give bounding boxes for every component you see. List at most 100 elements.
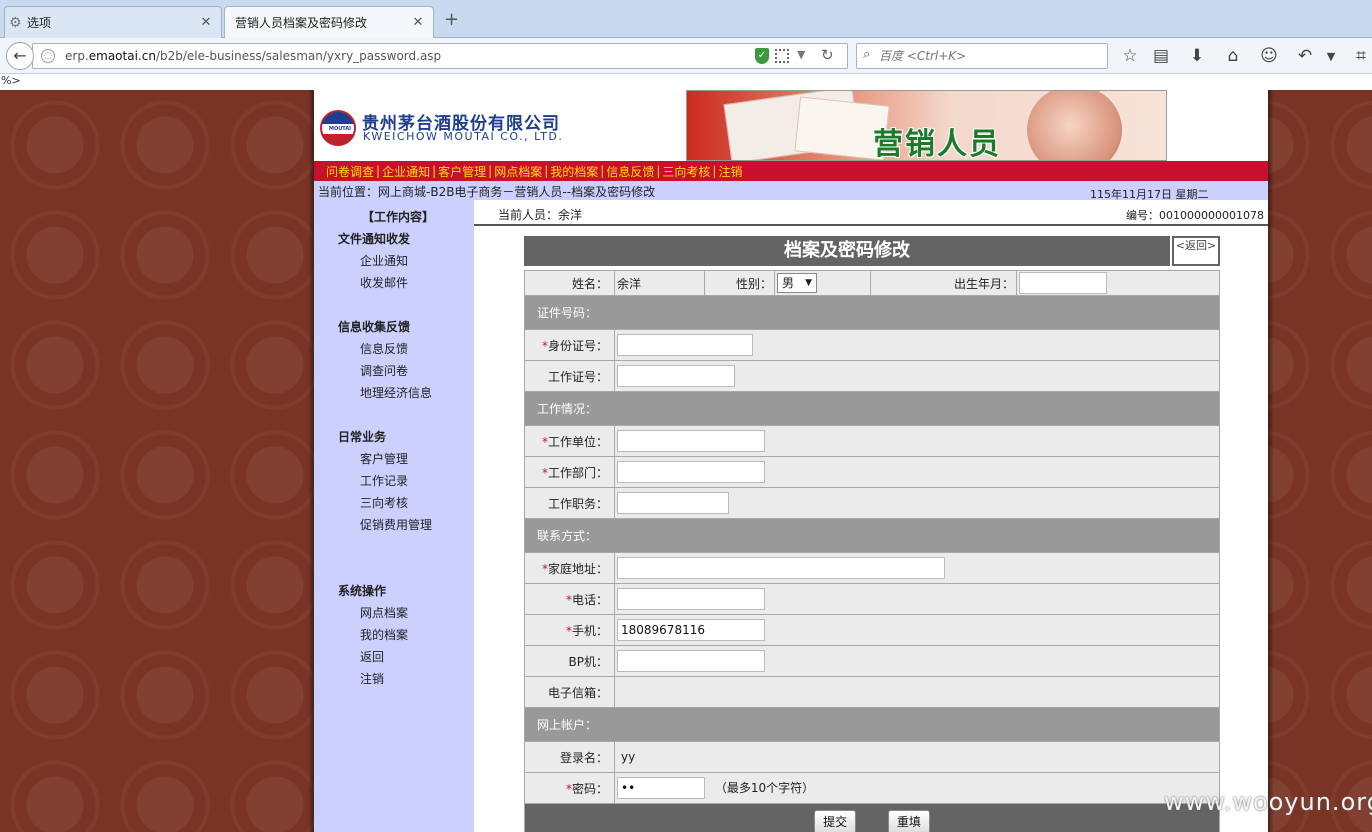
tab-current[interactable]: 营销人员档案及密码修改 ✕ bbox=[224, 6, 434, 38]
sidebar-item-mail[interactable]: 收发邮件 bbox=[360, 274, 408, 291]
bp-cell bbox=[614, 645, 1220, 677]
sidebar-item-feedback[interactable]: 信息反馈 bbox=[360, 340, 408, 357]
work-dept-cell bbox=[614, 456, 1220, 488]
nav-survey[interactable]: 问卷调查 bbox=[326, 163, 374, 180]
header-banner: 营销人员 bbox=[686, 90, 1167, 161]
login-label: 登录名： bbox=[524, 741, 615, 773]
password-label-text: 密码： bbox=[571, 781, 608, 796]
qr-code-icon[interactable] bbox=[775, 49, 789, 63]
birth-input[interactable] bbox=[1019, 272, 1107, 294]
table-row: 电子信箱： bbox=[524, 676, 1220, 708]
tab-options[interactable]: ⚙ 选项 ✕ bbox=[4, 6, 222, 38]
dropdown-arrow-icon[interactable]: ▼ bbox=[797, 48, 805, 61]
tab-label: 营销人员档案及密码修改 bbox=[235, 16, 368, 30]
phone-input[interactable] bbox=[617, 588, 765, 610]
mobile-input[interactable] bbox=[617, 619, 765, 641]
birth-cell bbox=[1016, 270, 1220, 296]
bookmark-star-icon[interactable]: ☆ bbox=[1119, 46, 1141, 66]
home-addr-input[interactable] bbox=[617, 557, 945, 579]
work-title-input[interactable] bbox=[617, 492, 729, 514]
home-addr-label: *家庭地址： bbox=[524, 552, 615, 584]
section-account: 网上帐户： bbox=[524, 707, 1220, 742]
back-link[interactable]: <返回> bbox=[1172, 236, 1220, 266]
nav-logout[interactable]: 注销 bbox=[718, 163, 742, 180]
gender-cell: 男 ▼ bbox=[774, 270, 871, 296]
gender-select[interactable]: 男 ▼ bbox=[777, 273, 817, 293]
work-id-input[interactable] bbox=[617, 365, 735, 387]
reading-list-icon[interactable]: ▤ bbox=[1150, 46, 1172, 66]
section-row: 工作情况： bbox=[524, 391, 1220, 426]
birth-label: 出生年月： bbox=[870, 270, 1017, 296]
table-row: 工作职务： bbox=[524, 487, 1220, 519]
sidebar-item-work-log[interactable]: 工作记录 bbox=[360, 472, 408, 489]
crop-icon[interactable]: ⌗ bbox=[1350, 46, 1372, 66]
logo-en: KWEICHOW MOUTAI CO., LTD. bbox=[363, 130, 564, 143]
sidebar-item-outlets[interactable]: 网点档案 bbox=[360, 604, 408, 621]
work-title-label: 工作职务： bbox=[524, 487, 615, 519]
sidebar-item-promo-cost[interactable]: 促销费用管理 bbox=[360, 516, 432, 533]
chat-icon[interactable]: ☺ bbox=[1258, 46, 1280, 66]
home-icon[interactable]: ⌂ bbox=[1222, 46, 1244, 66]
work-unit-input[interactable] bbox=[617, 430, 765, 452]
sidebar-item-survey[interactable]: 调查问卷 bbox=[360, 362, 408, 379]
table-row: *电话： bbox=[524, 583, 1220, 615]
sidebar-item-notice[interactable]: 企业通知 bbox=[360, 252, 408, 269]
work-id-cell bbox=[614, 360, 1220, 392]
nav-customers[interactable]: 客户管理 bbox=[438, 163, 486, 180]
reset-button[interactable]: 重填 bbox=[887, 809, 930, 832]
table-row: *家庭地址： bbox=[524, 552, 1220, 584]
mobile-cell bbox=[614, 614, 1220, 646]
back-button[interactable]: ← bbox=[6, 42, 34, 70]
search-bar[interactable]: ⌕ bbox=[856, 43, 1108, 69]
id-card-label: *身份证号： bbox=[524, 329, 615, 361]
undo-icon[interactable]: ↶ bbox=[1294, 46, 1316, 66]
bp-input[interactable] bbox=[617, 650, 765, 672]
nav-my-profile[interactable]: 我的档案 bbox=[550, 163, 598, 180]
sidebar-item-back[interactable]: 返回 bbox=[360, 648, 384, 665]
sidebar-item-logout[interactable]: 注销 bbox=[360, 670, 384, 687]
sidebar-item-assessment[interactable]: 三向考核 bbox=[360, 494, 408, 511]
menu-dropdown-icon[interactable]: ▼ bbox=[1320, 50, 1342, 63]
nav-feedback[interactable]: 信息反馈 bbox=[606, 163, 654, 180]
section-row: 证件号码： bbox=[524, 295, 1220, 330]
close-icon[interactable]: ✕ bbox=[199, 15, 213, 30]
section-row: 网上帐户： bbox=[524, 707, 1220, 742]
gear-icon: ⚙ bbox=[9, 15, 22, 31]
nav-notice[interactable]: 企业通知 bbox=[382, 163, 430, 180]
shield-icon[interactable]: ✓ bbox=[755, 48, 769, 64]
phone-label: *电话： bbox=[524, 583, 615, 615]
table-row: 登录名： yy bbox=[524, 741, 1220, 773]
top-nav: 问卷调查 | 企业通知 | 客户管理 | 网点档案 | 我的档案 | 信息反馈 | 三向考核… bbox=[314, 161, 1268, 181]
nav-assessment[interactable]: 三向考核 bbox=[662, 163, 710, 180]
nav-outlets[interactable]: 网点档案 bbox=[494, 163, 542, 180]
table-row: *密码： （最多10个字符） bbox=[524, 772, 1220, 804]
id-card-input[interactable] bbox=[617, 334, 753, 356]
breadcrumb: 当前位置：网上商城-B2B电子商务－营销人员--档案及密码修改 bbox=[318, 185, 656, 199]
close-icon[interactable]: ✕ bbox=[411, 15, 425, 30]
breadcrumb-bar: 当前位置：网上商城-B2B电子商务－营销人员--档案及密码修改 115年11月1… bbox=[314, 181, 1268, 201]
table-row: 姓名： 余洋 性别： 男 ▼ 出生年月： bbox=[524, 270, 1220, 296]
browser-tab-bar: ⚙ 选项 ✕ 营销人员档案及密码修改 ✕ + bbox=[0, 0, 1372, 38]
section-row: 联系方式： bbox=[524, 518, 1220, 553]
search-input[interactable] bbox=[879, 47, 1099, 65]
section-contact: 联系方式： bbox=[524, 518, 1220, 553]
url-bar[interactable]: ◌ erp.emaotai.cn/b2b/ele-business/salesm… bbox=[32, 43, 848, 69]
sidebar-item-my-profile[interactable]: 我的档案 bbox=[360, 626, 408, 643]
download-icon[interactable]: ⬇ bbox=[1186, 46, 1208, 66]
company-logo: MOUTAI 贵州茅台酒股份有限公司 KWEICHOW MOUTAI CO., … bbox=[320, 108, 590, 148]
password-input[interactable] bbox=[617, 777, 705, 799]
sidebar-item-geo-info[interactable]: 地理经济信息 bbox=[360, 384, 432, 401]
new-tab-button[interactable]: + bbox=[444, 9, 459, 30]
work-dept-input[interactable] bbox=[617, 461, 765, 483]
gender-label: 性别： bbox=[704, 270, 775, 296]
name-value: 余洋 bbox=[614, 270, 705, 296]
email-cell bbox=[614, 676, 1220, 708]
site-container: MOUTAI 贵州茅台酒股份有限公司 KWEICHOW MOUTAI CO., … bbox=[314, 90, 1268, 832]
submit-button[interactable]: 提交 bbox=[814, 809, 857, 832]
phone-label-text: 电话： bbox=[571, 592, 608, 607]
profile-table: 姓名： 余洋 性别： 男▼ 出生年月： 证件号码： *身份证号： 工作证号： bbox=[524, 270, 1220, 832]
reload-icon[interactable]: ↻ bbox=[821, 46, 834, 64]
url-text[interactable]: erp.emaotai.cn/b2b/ele-business/salesman… bbox=[65, 49, 441, 63]
password-hint: （最多10个字符） bbox=[714, 780, 815, 795]
sidebar-item-customers[interactable]: 客户管理 bbox=[360, 450, 408, 467]
